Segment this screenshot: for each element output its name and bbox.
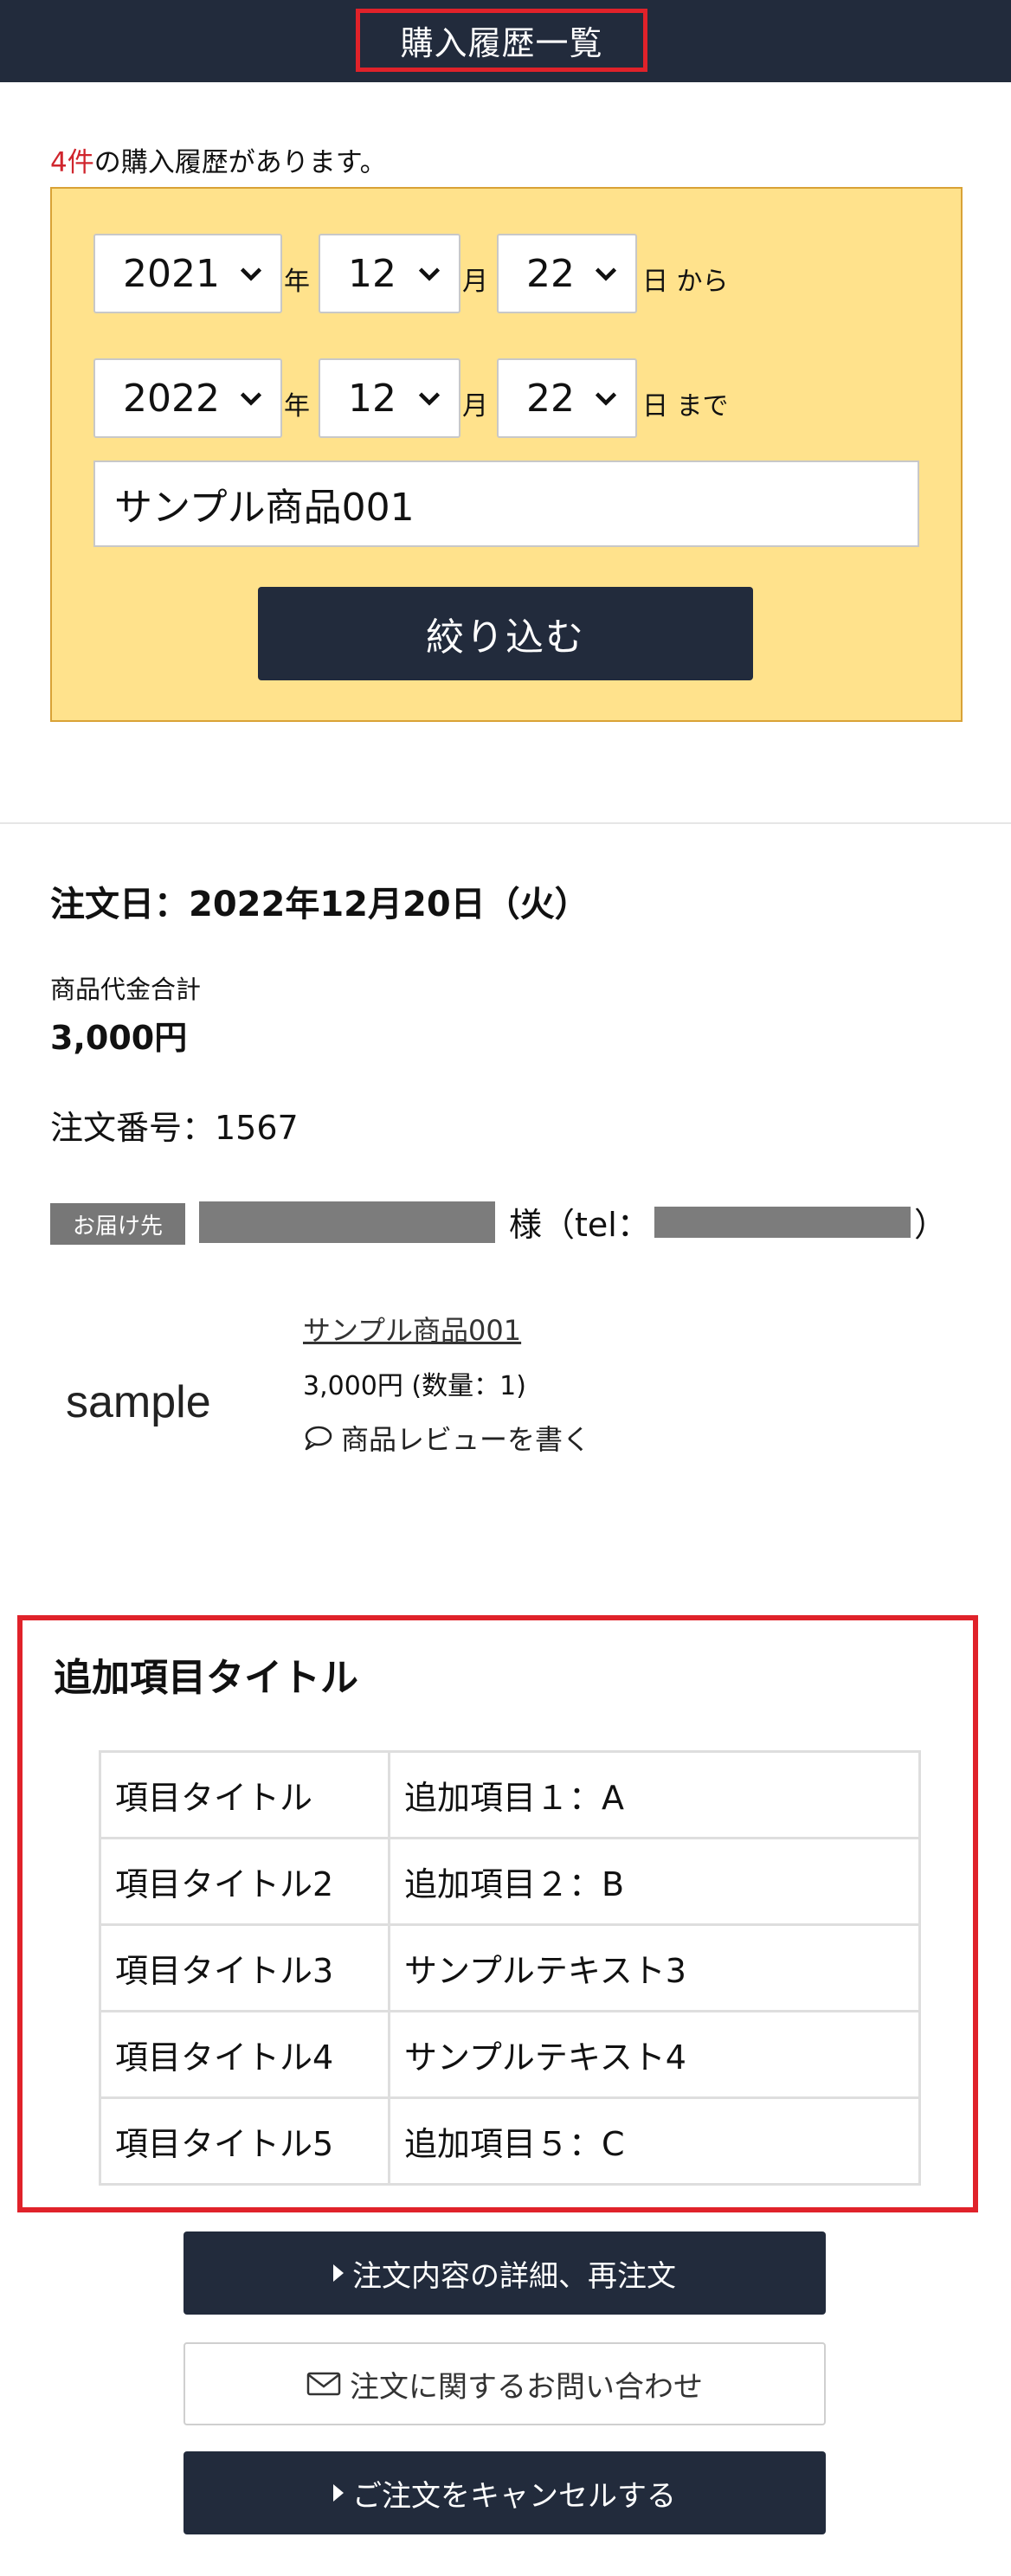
cancel-order-button[interactable]: ご注文をキャンセルする [184,2451,826,2534]
keyword-value: サンプル商品001 [114,486,415,530]
to-year-value: 2022 [123,376,220,421]
from-month-select[interactable]: 12 [319,234,460,313]
extra-item-key: 項目タイトル4 [99,2010,390,2099]
order-detail-button[interactable]: 注文内容の詳細、再注文 [184,2231,826,2315]
caret-right-icon [333,2264,344,2282]
extra-item-value: 追加項目５：C [388,2096,921,2186]
extra-items-table: 項目タイトル 追加項目１：A 項目タイトル2 追加項目２：B 項目タイトル3 サ… [99,1750,921,2186]
caret-right-icon [333,2484,344,2502]
extra-item-key: 項目タイトル2 [99,1837,390,1926]
product-thumbnail[interactable]: sample [66,1376,211,1428]
shipping-badge: お届け先 [50,1203,185,1245]
product-name-link[interactable]: サンプル商品001 [303,1309,521,1349]
order-total-label: 商品代金合計 [50,975,202,1004]
to-year-unit: 年 [284,391,310,422]
history-count-text: 4件の購入履歴があります。 [50,140,387,179]
from-month-value: 12 [348,251,396,296]
order-date: 注文日：2022年12月20日（火） [50,885,589,924]
product-price-qty: 3,000円 (数量：1) [303,1371,526,1401]
order-total-value: 3,000円 [50,1019,188,1057]
to-month-value: 12 [348,376,396,421]
order-detail-label: 注文内容の詳細、再注文 [352,2258,676,2294]
extra-item-value: サンプルテキスト4 [388,2010,921,2099]
shipping-close-paren: ） [914,1206,948,1244]
filter-submit-button[interactable]: 絞り込む [258,587,753,680]
chevron-down-icon [418,392,441,406]
order-inquiry-button[interactable]: 注文に関するお問い合わせ [184,2342,826,2425]
shipping-sama-text: 様（tel： [509,1206,650,1244]
extra-item-key: 項目タイトル [99,1750,390,1839]
from-year-value: 2021 [123,251,220,296]
to-day-unit: 日 まで [642,391,729,422]
to-day-select[interactable]: 22 [497,358,637,438]
from-year-unit: 年 [284,267,310,297]
chevron-down-icon [240,267,262,281]
history-count: 4件 [50,147,94,178]
table-row: 項目タイトル3 サンプルテキスト3 [99,1923,921,2012]
extra-items-title: 追加項目タイトル [54,1656,358,1700]
speech-bubble-icon [305,1426,332,1451]
history-count-suffix: の購入履歴があります。 [93,147,387,178]
order-number: 注文番号：1567 [50,1109,299,1147]
header-title-highlight: 購入履歴一覧 [356,9,647,72]
from-day-select[interactable]: 22 [497,234,637,313]
extra-item-value: 追加項目２：B [388,1837,921,1926]
keyword-input[interactable]: サンプル商品001 [93,460,919,547]
page-title: 購入履歴一覧 [400,24,603,62]
write-review-link[interactable]: 商品レビューを書く [303,1418,590,1458]
page-header: 購入履歴一覧 [0,0,1011,82]
from-year-select[interactable]: 2021 [93,234,282,313]
from-day-unit: 日 から [642,267,729,297]
to-month-unit: 月 [462,391,488,422]
order-inquiry-label: 注文に関するお問い合わせ [350,2369,703,2405]
from-month-unit: 月 [462,267,488,297]
extra-item-value: サンプルテキスト3 [388,1923,921,2012]
to-day-value: 22 [526,376,575,421]
chevron-down-icon [595,267,617,281]
extra-item-key: 項目タイトル3 [99,1923,390,2012]
extra-items-panel: 追加項目タイトル 項目タイトル 追加項目１：A 項目タイトル2 追加項目２：B … [17,1615,978,2212]
filter-panel: 2021 年 12 月 22 日 から 2022 年 12 月 22 日 まで … [50,187,963,722]
to-month-select[interactable]: 12 [319,358,460,438]
section-divider [0,822,1011,824]
redacted-phone [654,1207,911,1238]
to-year-select[interactable]: 2022 [93,358,282,438]
extra-item-value: 追加項目１：A [388,1750,921,1839]
table-row: 項目タイトル2 追加項目２：B [99,1837,921,1926]
chevron-down-icon [418,267,441,281]
table-row: 項目タイトル5 追加項目５：C [99,2096,921,2186]
redacted-recipient-name [199,1201,495,1243]
cancel-order-label: ご注文をキャンセルする [352,2478,676,2514]
extra-item-key: 項目タイトル5 [99,2096,390,2186]
envelope-icon [306,2372,341,2396]
chevron-down-icon [240,392,262,406]
write-review-label: 商品レビューを書く [341,1423,591,1456]
table-row: 項目タイトル 追加項目１：A [99,1750,921,1839]
from-day-value: 22 [526,251,575,296]
table-row: 項目タイトル4 サンプルテキスト4 [99,2010,921,2099]
chevron-down-icon [595,392,617,406]
